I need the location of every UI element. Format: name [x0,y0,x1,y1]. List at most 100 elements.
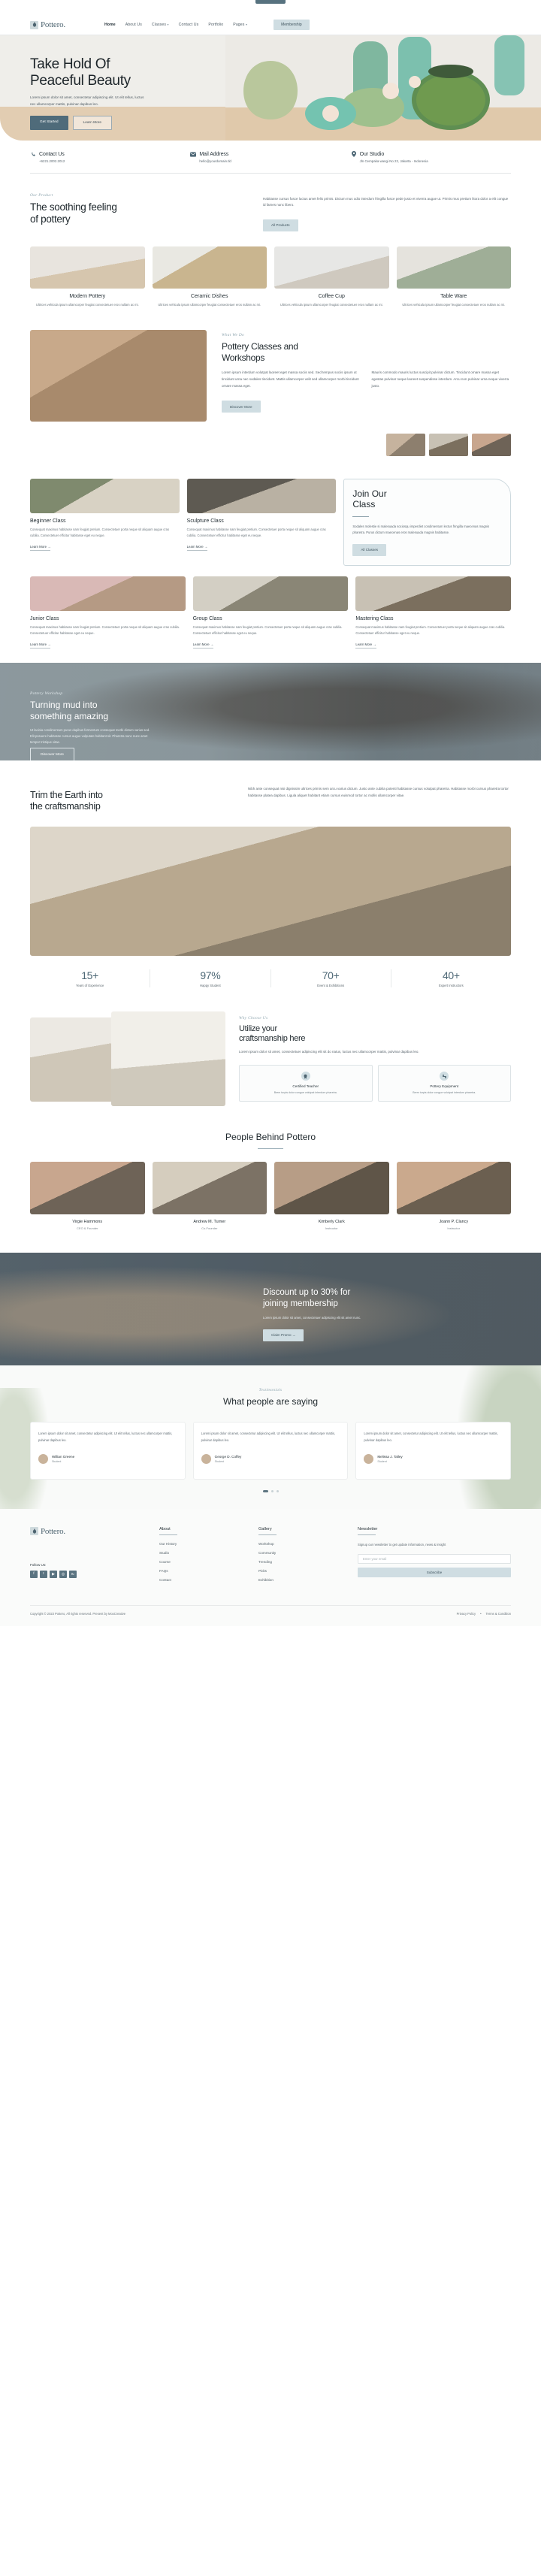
nav-item-home[interactable]: Home [104,23,116,27]
footer-link-contact[interactable]: Contact [159,1578,242,1582]
footer-logo[interactable]: Pottero. [30,1527,143,1536]
all-products-button[interactable]: All Products [263,219,298,231]
top-notch [255,0,286,4]
workshops-discover-button[interactable]: Discover More [222,401,261,413]
stat-item: 70+ Event & Exhibitions [271,969,391,987]
testimonial-card: Lorem ipsum dolor sit amet, consectetur … [192,1422,349,1480]
footer-brand-block: Pottero. Follow Us: f t ▶ ◎ Be [30,1527,143,1587]
footer-link-faqs[interactable]: FAQs [159,1569,242,1573]
all-classes-button[interactable]: All Classes [352,543,387,556]
get-started-button[interactable]: Get Started [30,116,68,131]
team-photo [396,1162,511,1215]
footer-link-picks[interactable]: Picks [258,1569,341,1573]
newsletter-email-input[interactable]: Enter your email [358,1554,511,1565]
class-learn-more-link[interactable]: Learn More → [30,642,51,649]
product-card[interactable]: Ceramic Dishes Ultrices vehicula ipsum u… [152,246,267,307]
contact-item-mail[interactable]: Mail Address hello@yourdomain.tld [190,151,350,163]
class-card[interactable]: Sculpture Class Consequat maximus habita… [186,478,337,566]
terms-condition-link[interactable]: Terms & Condition [486,1612,511,1616]
privacy-policy-link[interactable]: Privacy Policy [457,1612,476,1616]
products-title-line1: The soothing feeling [30,201,117,213]
footer-link-exhibition[interactable]: Exhibition [258,1578,341,1582]
stat-value: 97% [200,969,221,981]
footer-link-community[interactable]: Community [258,1551,341,1555]
claim-promo-button[interactable]: Claim Promo → [263,1329,304,1341]
learn-more-button[interactable]: Learn More [72,116,113,131]
contact-item-studio[interactable]: Our Studio Jln Cempaka wangi No 22, Jaka… [351,151,511,163]
class-learn-more-link[interactable]: Learn More → [30,545,51,551]
mail-icon [190,151,197,157]
products-title: The soothing feeling of pottery [30,201,233,226]
workshop-banner-title-line2: something amazing [30,711,109,722]
footer-link-studio[interactable]: Studio [159,1551,242,1555]
workshops-eyebrow: What We Do [222,332,245,337]
team-member-role: Instructor [447,1226,461,1231]
avatar [201,1453,211,1464]
product-image [396,246,511,289]
instagram-icon[interactable]: ◎ [59,1570,67,1578]
class-learn-more-link[interactable]: Learn More → [186,545,208,551]
team-member[interactable]: Kimberly Clark Instructor [274,1162,389,1230]
footer-link-trending[interactable]: Trending [258,1560,341,1564]
class-learn-more-link[interactable]: Learn More → [355,642,376,649]
workshop-banner-discover-button[interactable]: Discover More [30,748,74,761]
team-member-name: Kimberly Clark [318,1220,345,1225]
class-card[interactable]: Mastering Class Consequat maximus habita… [355,576,512,649]
workshops-paragraph-left: Lorem ipsum interdum volutpat laoreet eg… [222,370,359,388]
contact-item-phone[interactable]: Contact Us +6221.2002.2012 [30,151,190,163]
facebook-icon[interactable]: f [30,1570,38,1578]
class-card[interactable]: Beginner Class Consequat maximus habitas… [30,478,180,566]
hero-title: Take Hold Of Peaceful Beauty [30,56,541,89]
class-card[interactable]: Junior Class Consequat maximus habitasse… [30,576,186,649]
craft-paragraph: Nibh ante consequat nisi dignissim ultri… [248,787,509,797]
subscribe-button[interactable]: Subscribe [358,1568,511,1578]
stat-label: Years of Experience [75,983,104,987]
team-member[interactable]: Andrew M. Turner Co-Founder [152,1162,267,1230]
brand-name: Pottero. [41,20,65,29]
page-root: Pottero. Home About Us Classes ▾ Contact … [0,0,541,1627]
class-desc: Consequat maximus habitasse nam feugiat … [355,624,506,635]
workshop-thumb[interactable] [472,433,511,456]
footer-link-our-history[interactable]: Our History [159,1542,242,1546]
team-member[interactable]: Virgie Hammons CEO & Founder [30,1162,145,1230]
class-name: Junior Class [30,615,59,621]
join-card-rule [352,516,370,517]
class-learn-more-link[interactable]: Learn More → [192,642,214,649]
nav-item-portfolio[interactable]: Portfolio [208,23,223,27]
twitter-icon[interactable]: t [40,1570,47,1578]
stat-value: 40+ [442,969,460,981]
hero-content: Take Hold Of Peaceful Beauty Lorem ipsum… [0,35,541,131]
product-image [30,246,145,289]
nav-item-about-us[interactable]: About Us [125,23,142,27]
pagination-dot[interactable] [276,1489,279,1492]
youtube-icon[interactable]: ▶ [50,1570,57,1578]
nav-item-contact-us[interactable]: Contact Us [179,23,199,27]
nav-item-pages[interactable]: Pages ▾ [233,23,247,27]
testimonial-pagination[interactable] [0,1489,541,1509]
product-card[interactable]: Coffee Cup Ultrices vehicula ipsum ullam… [274,246,389,307]
product-name: Table Ware [440,293,467,299]
pagination-dot[interactable] [270,1489,274,1492]
stat-label: Expert Instructors [438,983,464,987]
footer-link-workshop[interactable]: Workshop [258,1542,341,1546]
team-photo [152,1162,267,1215]
testimonial-role: Student [52,1459,62,1463]
footer-link-course[interactable]: Course [159,1560,242,1564]
class-card[interactable]: Group Class Consequat maximus habitasse … [192,576,349,649]
product-card[interactable]: Modern Pottery Ultrices vehicula ipsum u… [30,246,145,307]
utilize-images [30,1011,225,1106]
nav-item-classes[interactable]: Classes ▾ [152,23,169,27]
workshop-banner: Pottery Workshop Turning mud into someth… [0,663,541,761]
brand-logo[interactable]: Pottero. [30,20,65,29]
testimonial-card: Lorem ipsum dolor sit amet, consectetur … [30,1422,186,1480]
pagination-dot[interactable] [262,1489,268,1492]
craft-title-line1: Trim the Earth into [30,790,103,801]
team-member[interactable]: Joann P. Clancy Instructor [396,1162,511,1231]
behance-icon[interactable]: Be [69,1570,77,1578]
workshop-thumb[interactable] [386,433,425,456]
product-image [274,246,389,289]
product-desc: Ultrices vehicula ipsum ullamcorper feug… [158,302,261,307]
workshop-thumb[interactable] [429,433,468,456]
product-card[interactable]: Table Ware Ultrices vehicula ipsum ullam… [396,246,511,307]
membership-button[interactable]: Membership [274,20,310,30]
